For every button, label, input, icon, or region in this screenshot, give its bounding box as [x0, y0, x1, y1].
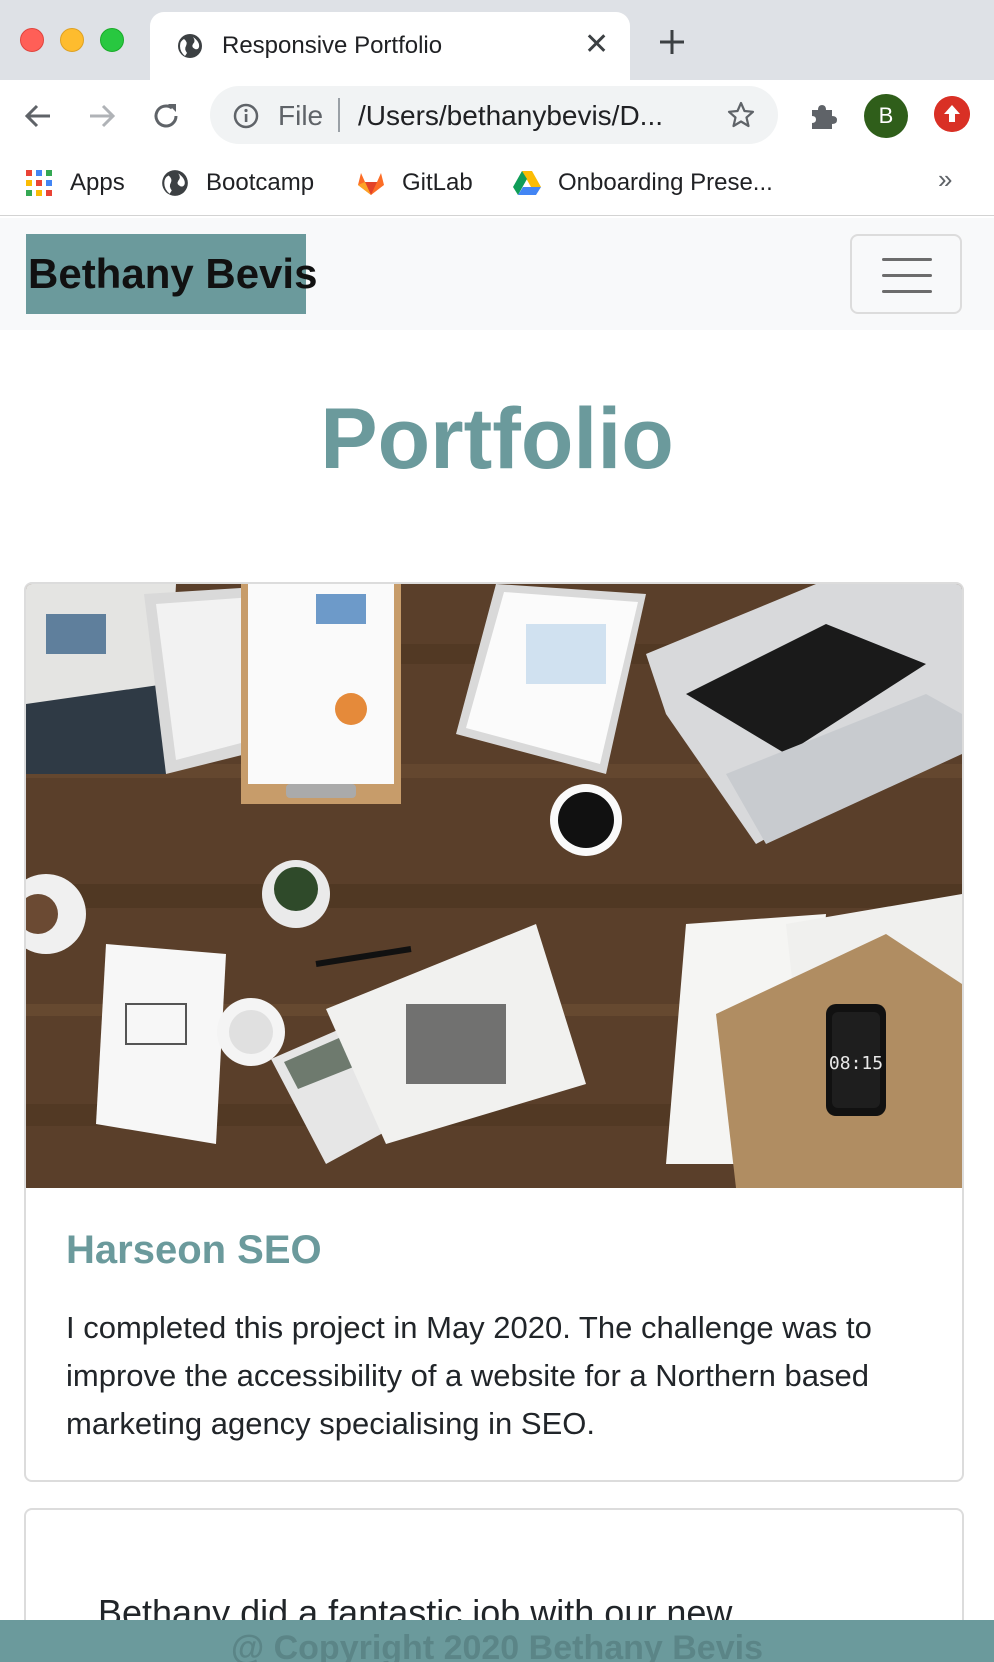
url-separator: [338, 98, 340, 132]
project-description: I completed this project in May 2020. Th…: [66, 1310, 872, 1441]
bookmark-star-icon[interactable]: [726, 100, 756, 130]
new-tab-plus-icon[interactable]: [656, 26, 688, 58]
window-minimize-button[interactable]: [60, 28, 84, 52]
apps-grid-icon: [26, 170, 52, 196]
back-arrow-icon[interactable]: [20, 98, 56, 134]
forward-arrow-icon[interactable]: [84, 98, 120, 134]
reload-icon[interactable]: [148, 98, 184, 134]
browser-tab-strip: Responsive Portfolio ✕: [0, 0, 994, 80]
extensions-puzzle-icon[interactable]: [804, 98, 840, 134]
window-close-button[interactable]: [20, 28, 44, 52]
bookmarks-overflow-icon[interactable]: »: [938, 164, 952, 195]
info-icon[interactable]: [232, 102, 260, 130]
site-navbar: Bethany Bevis: [0, 218, 994, 330]
address-bar[interactable]: File /Users/bethanybevis/D...: [210, 86, 778, 144]
update-arrow-icon[interactable]: [934, 96, 970, 132]
tab-close-icon[interactable]: ✕: [584, 28, 609, 62]
svg-text:08:15: 08:15: [829, 1053, 883, 1074]
project-image: 08:15: [26, 584, 962, 1188]
url-text[interactable]: /Users/bethanybevis/D...: [358, 100, 663, 132]
globe-icon: [162, 170, 188, 196]
project-title: Harseon SEO: [66, 1228, 322, 1272]
bookmark-gitlab[interactable]: GitLab: [356, 166, 473, 200]
profile-avatar[interactable]: B: [864, 94, 908, 138]
site-footer: @ Copyright 2020 Bethany Bevis: [0, 1620, 994, 1662]
google-drive-icon: [513, 171, 541, 195]
bookmark-label: Onboarding Prese...: [558, 169, 773, 196]
gitlab-icon: [358, 173, 384, 195]
bookmark-bootcamp[interactable]: Bootcamp: [160, 166, 314, 200]
browser-tab-active[interactable]: Responsive Portfolio ✕: [150, 12, 630, 80]
bookmark-label: GitLab: [402, 169, 473, 196]
browser-toolbar: File /Users/bethanybevis/D... B: [0, 80, 994, 152]
url-scheme-label: File: [278, 100, 324, 131]
footer-copyright: @ Copyright 2020 Bethany Bevis: [231, 1629, 763, 1662]
project-card: 08:15 Harseon SEO I completed this proje…: [24, 582, 964, 1482]
window-zoom-button[interactable]: [100, 28, 124, 52]
bookmark-label: Bootcamp: [206, 169, 315, 196]
hamburger-line: [882, 290, 932, 293]
globe-icon: [178, 34, 202, 58]
bookmark-label: Apps: [70, 169, 125, 196]
hamburger-line: [882, 258, 932, 261]
tab-title: Responsive Portfolio: [222, 32, 443, 59]
page-title: Portfolio: [320, 391, 674, 487]
bookmark-onboarding[interactable]: Onboarding Prese...: [512, 166, 773, 200]
bookmarks-bar: Apps Bootcamp GitLab Onboarding Prese...…: [0, 152, 994, 216]
navbar-brand[interactable]: Bethany Bevis: [26, 234, 317, 314]
hamburger-line: [882, 274, 932, 277]
bookmark-apps[interactable]: Apps: [24, 166, 125, 200]
navbar-toggler-button[interactable]: [850, 234, 962, 314]
